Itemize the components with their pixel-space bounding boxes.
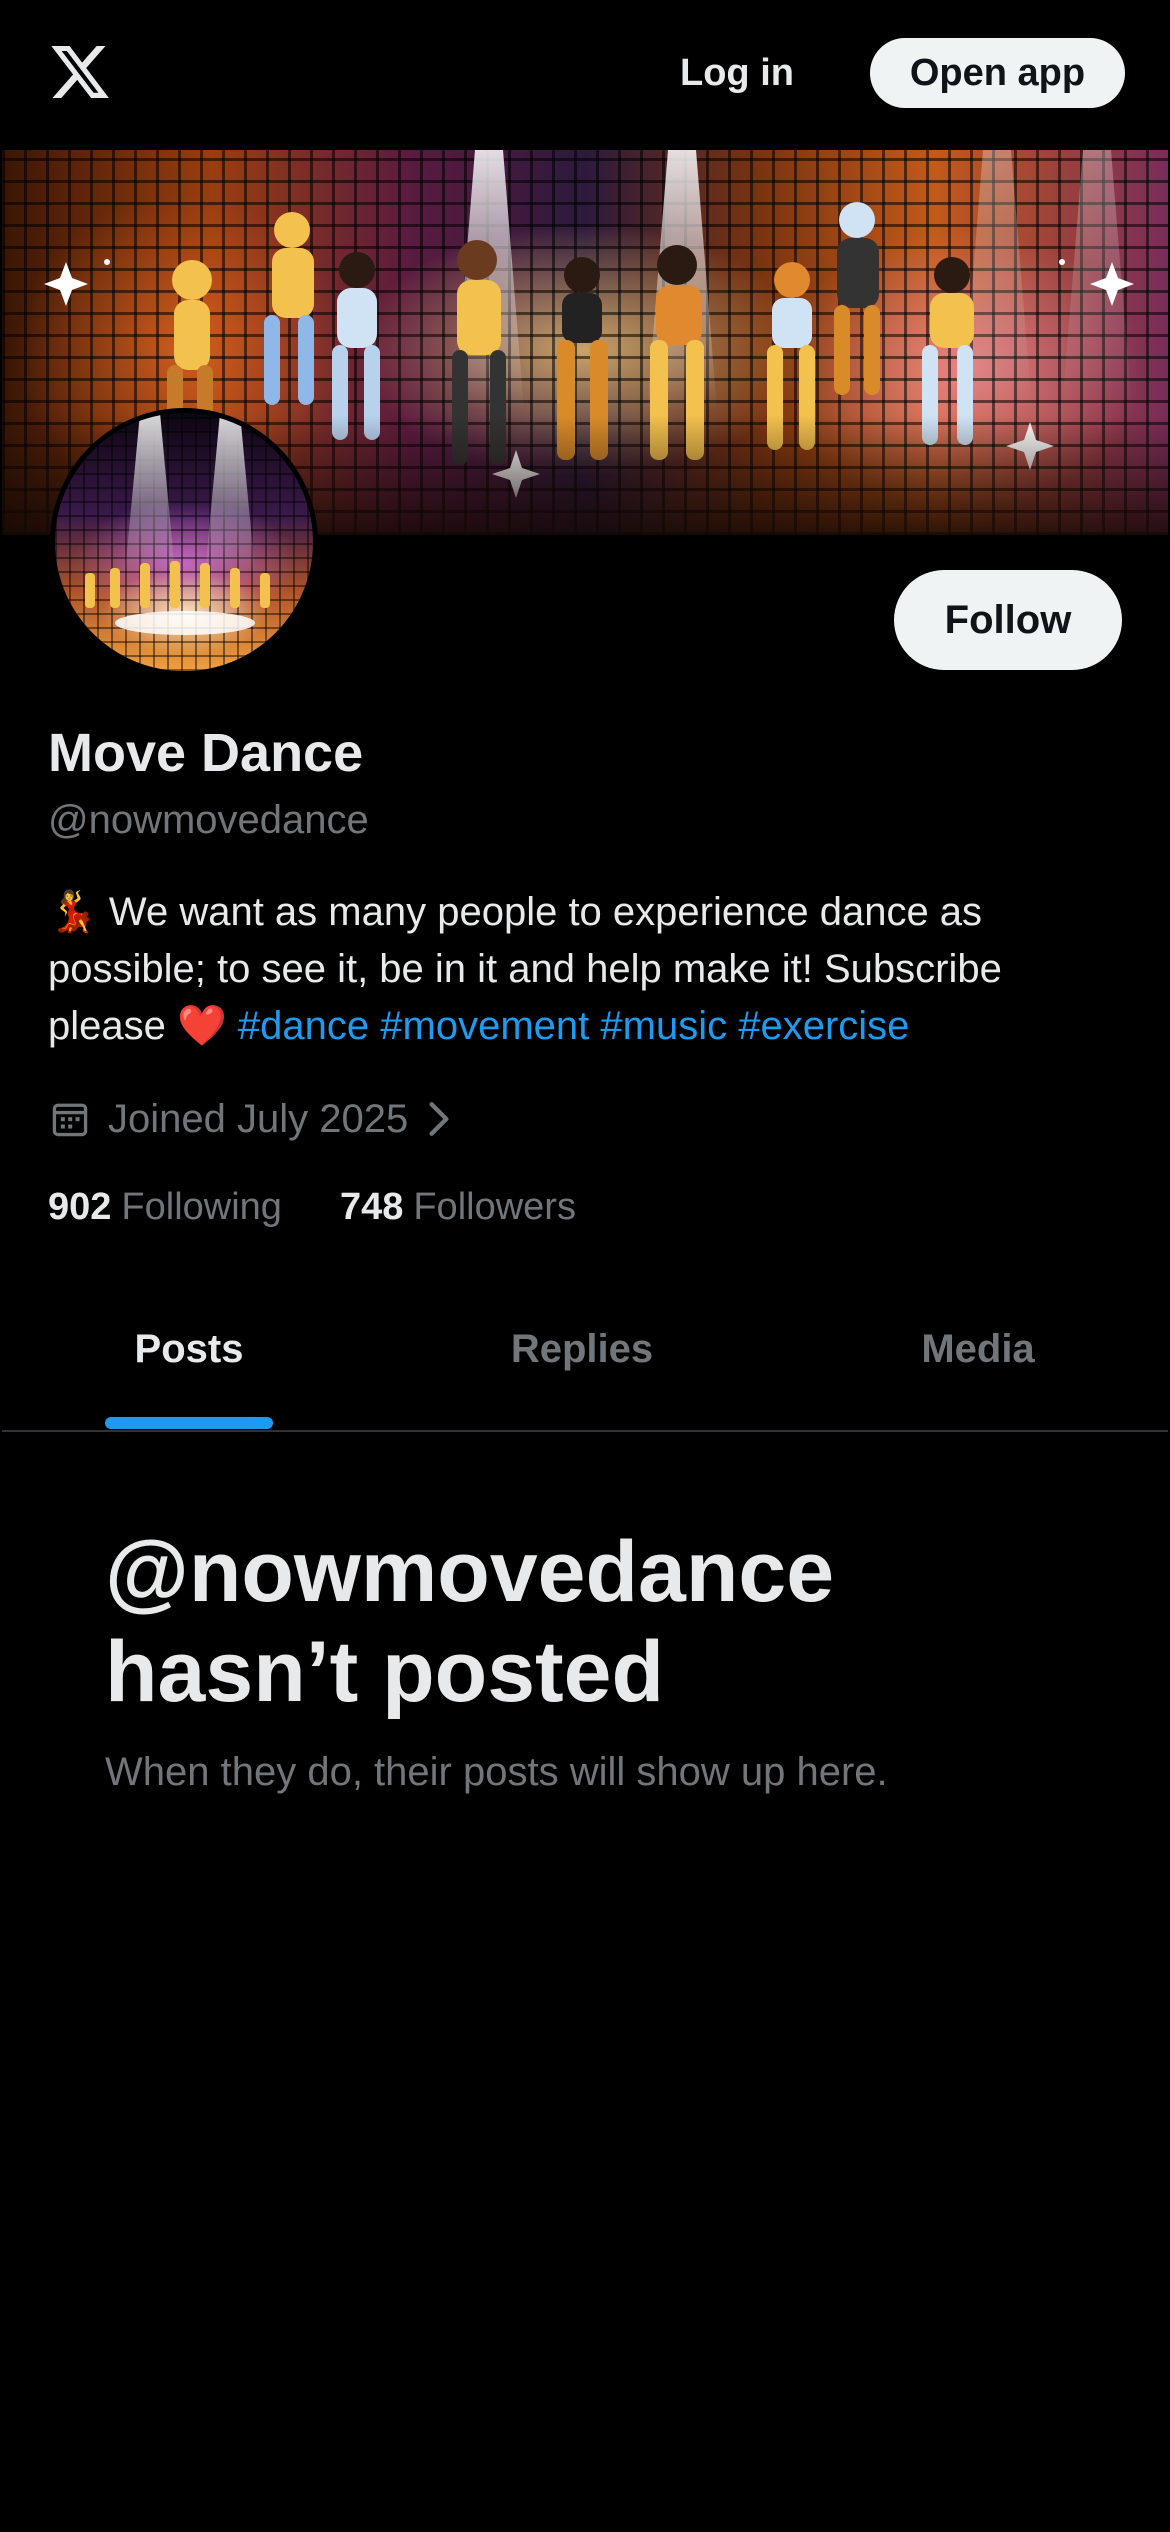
profile-tabs: Posts Replies Media [2, 1268, 1168, 1432]
login-link[interactable]: Log in [680, 44, 794, 102]
profile-bio: 💃 We want as many people to experience d… [48, 884, 1128, 1055]
profile-avatar[interactable] [50, 408, 318, 676]
hashtag-link[interactable]: #movement [380, 1004, 589, 1048]
top-nav-bar: Log in Open app [0, 0, 1170, 148]
hashtag-link[interactable]: #music [600, 1004, 727, 1048]
empty-state-title: @nowmovedance hasn’t posted [105, 1524, 835, 1720]
tab-posts[interactable]: Posts [2, 1268, 376, 1430]
joined-date-row[interactable]: Joined July 2025 [48, 1090, 454, 1148]
empty-state-subtitle: When they do, their posts will show up h… [105, 1750, 888, 1794]
followers-count: 748 [339, 1185, 404, 1228]
follow-button[interactable]: Follow [894, 570, 1122, 670]
heart-emoji-icon: ❤️ [176, 1004, 227, 1048]
chevron-right-icon [429, 1102, 449, 1136]
profile-handle: @nowmovedance [48, 798, 369, 842]
tab-media[interactable]: Media [788, 1268, 1168, 1430]
following-stat[interactable]: 902 Following [48, 1186, 282, 1229]
open-app-button[interactable]: Open app [870, 38, 1125, 108]
active-tab-indicator [105, 1417, 273, 1429]
following-label: Following [121, 1185, 282, 1228]
followers-label: Followers [413, 1185, 576, 1228]
joined-date-label: Joined July 2025 [108, 1096, 409, 1141]
avatar-dancers-illustration [85, 561, 270, 635]
profile-display-name: Move Dance [48, 723, 364, 783]
following-count: 902 [48, 1185, 112, 1228]
hashtag-link[interactable]: #exercise [738, 1004, 909, 1048]
tab-replies[interactable]: Replies [376, 1268, 788, 1430]
calendar-icon [52, 1103, 88, 1137]
follow-stats: 902 Following 748 Followers [48, 1178, 576, 1236]
x-logo-icon[interactable] [48, 40, 112, 104]
hashtag-link[interactable]: #dance [238, 1004, 369, 1048]
followers-stat[interactable]: 748 Followers [340, 1186, 576, 1229]
dancer-emoji-icon: 💃 [48, 890, 98, 934]
